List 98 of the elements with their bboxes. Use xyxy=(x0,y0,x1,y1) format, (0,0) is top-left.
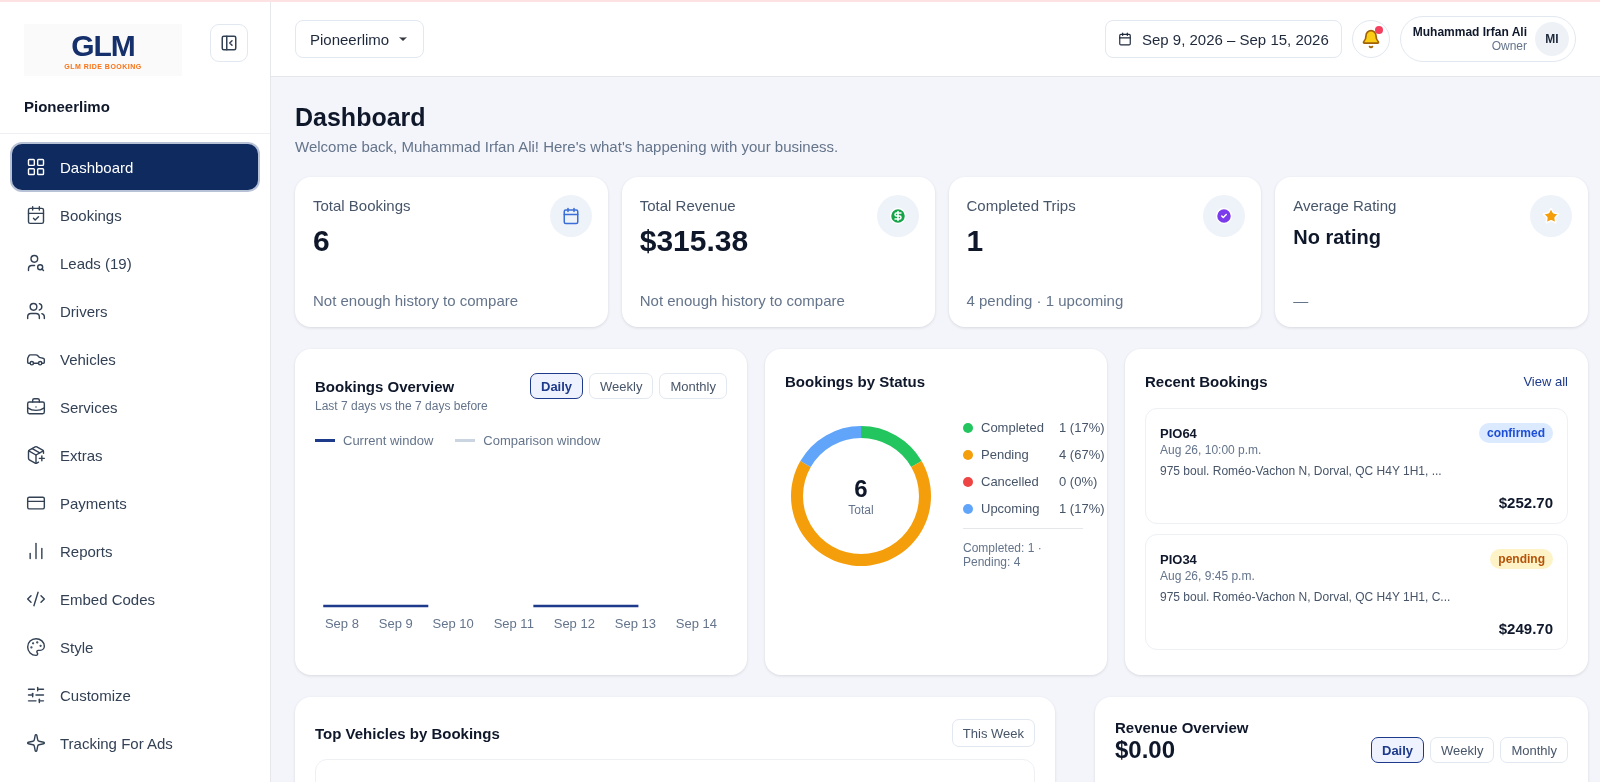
booking-item[interactable]: PIO34 pending Aug 26, 9:45 p.m. 975 boul. Roméo-Vachon N, Dorval, QC H4Y 1H1, C... $249.70 xyxy=(1145,534,1568,650)
stat-value: $315.38 xyxy=(639,224,750,258)
axis-label: Sep 14 xyxy=(675,616,717,631)
code-icon xyxy=(26,589,46,609)
period-tab[interactable]: Monthly xyxy=(1500,737,1568,763)
stat-note: Not enough history to compare xyxy=(313,292,520,309)
revenue-value: $0.00 xyxy=(1115,736,1176,764)
stat-value: 1 xyxy=(966,224,985,258)
axis-label: Sep 11 xyxy=(493,616,534,631)
sidebar-item[interactable]: Embed Codes xyxy=(12,576,258,622)
legend-item: Comparison window xyxy=(455,433,601,448)
period-tab[interactable]: Weekly xyxy=(589,373,654,399)
booking-id: PIO64 xyxy=(1160,425,1197,441)
workspace-dropdown[interactable]: Pioneerlimo xyxy=(295,20,425,58)
card-title: Top Vehicles by Bookings xyxy=(315,724,500,742)
booking-id: PIO34 xyxy=(1160,551,1197,567)
stat-value: No rating xyxy=(1293,226,1383,249)
total-label: Total xyxy=(848,503,874,517)
sidebar-toggle-icon xyxy=(220,34,238,52)
card-title: Recent Bookings xyxy=(1145,373,1268,390)
axis-label: Sep 8 xyxy=(324,616,359,631)
stat-label: Completed Trips xyxy=(966,197,1077,214)
axis-label: Sep 9 xyxy=(378,616,413,631)
calendar-icon xyxy=(1117,32,1132,46)
sidebar-item[interactable]: Reports xyxy=(12,528,258,574)
status-label: Pending xyxy=(981,447,1030,462)
calendar-check-icon xyxy=(26,205,46,225)
booking-item[interactable]: PIO64 confirmed Aug 26, 10:00 p.m. 975 boul. Roméo-Vachon N, Dorval, QC H4Y 1H1, ... $252.70 xyxy=(1145,408,1568,524)
credit-card-icon xyxy=(26,493,46,513)
card-title: Bookings Overview xyxy=(315,377,455,395)
page-title: Dashboard xyxy=(295,103,427,132)
sidebar-item[interactable]: Payments xyxy=(12,480,258,526)
card-title: Revenue Overview xyxy=(1115,719,1250,736)
stat-note: 4 pending · 1 upcoming xyxy=(966,292,1125,309)
booking-address: 975 boul. Roméo-Vachon N, Dorval, QC H4Y 1H1, ... xyxy=(1160,464,1443,478)
status-label: Completed xyxy=(981,420,1045,435)
sidebar-item[interactable]: Leads (19) xyxy=(12,240,258,286)
card-title: Bookings by Status xyxy=(785,373,927,390)
period-tab[interactable]: Daily xyxy=(1371,737,1425,763)
bar-chart-icon xyxy=(26,541,46,561)
notifications-button[interactable] xyxy=(1351,20,1390,58)
card-subtitle: Last 7 days vs the 7 days before xyxy=(315,399,489,413)
calendar-icon xyxy=(549,195,592,237)
user-search-icon xyxy=(26,253,46,273)
sidebar-item[interactable]: Dashboard xyxy=(12,144,258,190)
sidebar-item[interactable]: Tracking For Ads xyxy=(12,720,258,766)
period-tab[interactable]: Weekly xyxy=(1430,737,1495,763)
legend-item: Current window xyxy=(315,433,434,448)
dollar-icon xyxy=(876,195,919,237)
status-badge: confirmed xyxy=(1479,423,1553,443)
view-all-link[interactable]: View all xyxy=(1523,374,1568,389)
sidebar-item[interactable]: Services xyxy=(12,384,258,430)
grid-icon xyxy=(26,157,46,177)
booking-date: Aug 26, 10:00 p.m. xyxy=(1160,443,1263,457)
status-summary: Completed: 1 · Pending: 4 xyxy=(963,528,1083,569)
status-count: 0 (0%) xyxy=(1059,474,1099,489)
status-count: 1 (17%) xyxy=(1059,420,1105,435)
period-tab[interactable]: Daily xyxy=(530,373,584,399)
status-count: 1 (17%) xyxy=(1059,501,1105,516)
period-tab[interactable]: Monthly xyxy=(659,373,727,399)
sidebar-item[interactable]: Bookings xyxy=(12,192,258,238)
total-value: 6 xyxy=(854,475,868,503)
date-range-button[interactable]: Sep 9, 2026 – Sep 15, 2026 xyxy=(1104,20,1342,58)
booking-date: Aug 26, 9:45 p.m. xyxy=(1160,569,1256,583)
booking-amount: $249.70 xyxy=(1498,620,1553,637)
axis-label: Sep 12 xyxy=(553,616,595,631)
sidebar-item[interactable]: Style xyxy=(12,624,258,670)
sliders-icon xyxy=(26,685,46,705)
stat-note: Not enough history to compare xyxy=(639,292,846,309)
stat-label: Total Revenue xyxy=(639,197,737,214)
stat-value: 6 xyxy=(313,224,331,258)
page-subtitle: Welcome back, Muhammad Irfan Ali! Here's what's happening with your business. xyxy=(295,138,840,155)
sidebar-item[interactable]: Customize xyxy=(12,672,258,718)
palette-icon xyxy=(26,637,46,657)
user-menu[interactable]: Muhammad Irfan Ali Owner MI xyxy=(1399,16,1576,62)
status-label: Upcoming xyxy=(981,501,1041,516)
booking-amount: $252.70 xyxy=(1498,494,1553,511)
sidebar-item[interactable]: Vehicles xyxy=(12,336,258,382)
stat-label: Total Bookings xyxy=(313,197,412,214)
check-circle-icon xyxy=(1203,195,1246,237)
sidebar-item[interactable]: Extras xyxy=(12,432,258,478)
status-count: 4 (67%) xyxy=(1059,447,1105,462)
users-icon xyxy=(26,301,46,321)
booking-address: 975 boul. Roméo-Vachon N, Dorval, QC H4Y 1H1, C... xyxy=(1160,590,1452,604)
this-week-button[interactable]: This Week xyxy=(951,719,1035,747)
collapse-sidebar-button[interactable] xyxy=(210,24,248,62)
status-badge: pending xyxy=(1490,549,1553,569)
package-plus-icon xyxy=(26,445,46,465)
sidebar-item[interactable]: Drivers xyxy=(12,288,258,334)
axis-label: Sep 10 xyxy=(432,616,474,631)
stat-label: Average Rating xyxy=(1293,197,1398,214)
company-name: Pioneerlimo xyxy=(24,98,111,115)
sparkle-icon xyxy=(26,733,46,753)
status-label: Cancelled xyxy=(981,474,1040,489)
stat-note: — xyxy=(1293,292,1310,309)
bell-icon xyxy=(1360,29,1381,49)
axis-label: Sep 13 xyxy=(614,616,656,631)
briefcase-icon xyxy=(26,397,46,417)
